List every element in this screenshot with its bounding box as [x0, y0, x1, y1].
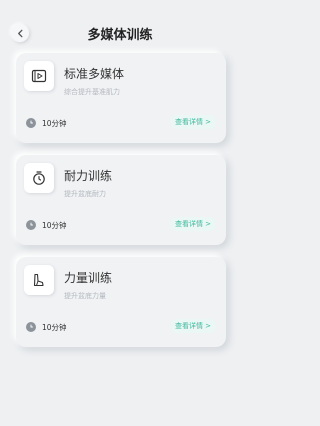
training-card-endurance[interactable]: 耐力训练 提升盆底耐力 10分钟 查看详情 >: [16, 155, 226, 245]
strength-icon: [24, 265, 54, 295]
card-subtitle: 提升盆底耐力: [64, 190, 106, 198]
clock-icon: [26, 220, 36, 230]
clock-icon: [26, 322, 36, 332]
view-details-button[interactable]: 查看详情 >: [170, 115, 216, 129]
timer-icon: [24, 163, 54, 193]
view-details-button[interactable]: 查看详情 >: [170, 217, 216, 231]
card-duration: 10分钟: [42, 221, 67, 230]
card-duration: 10分钟: [42, 323, 67, 332]
training-card-strength[interactable]: 力量训练 提升盆底力量 10分钟 查看详情 >: [16, 257, 226, 347]
card-title: 力量训练: [64, 271, 113, 285]
video-icon: [24, 61, 54, 91]
card-subtitle: 提升盆底力量: [64, 292, 106, 300]
clock-icon: [26, 118, 36, 128]
page-title: 多媒体训练: [87, 28, 153, 43]
card-duration: 10分钟: [42, 119, 67, 128]
training-card-standard[interactable]: 标准多媒体 综合提升基准肌力 10分钟 查看详情 >: [16, 53, 226, 143]
view-details-button[interactable]: 查看详情 >: [170, 319, 216, 333]
card-title: 耐力训练: [64, 169, 113, 183]
card-title: 标准多媒体: [64, 67, 125, 81]
card-subtitle: 综合提升基准肌力: [64, 88, 120, 96]
header: 多媒体训练: [0, 0, 240, 60]
